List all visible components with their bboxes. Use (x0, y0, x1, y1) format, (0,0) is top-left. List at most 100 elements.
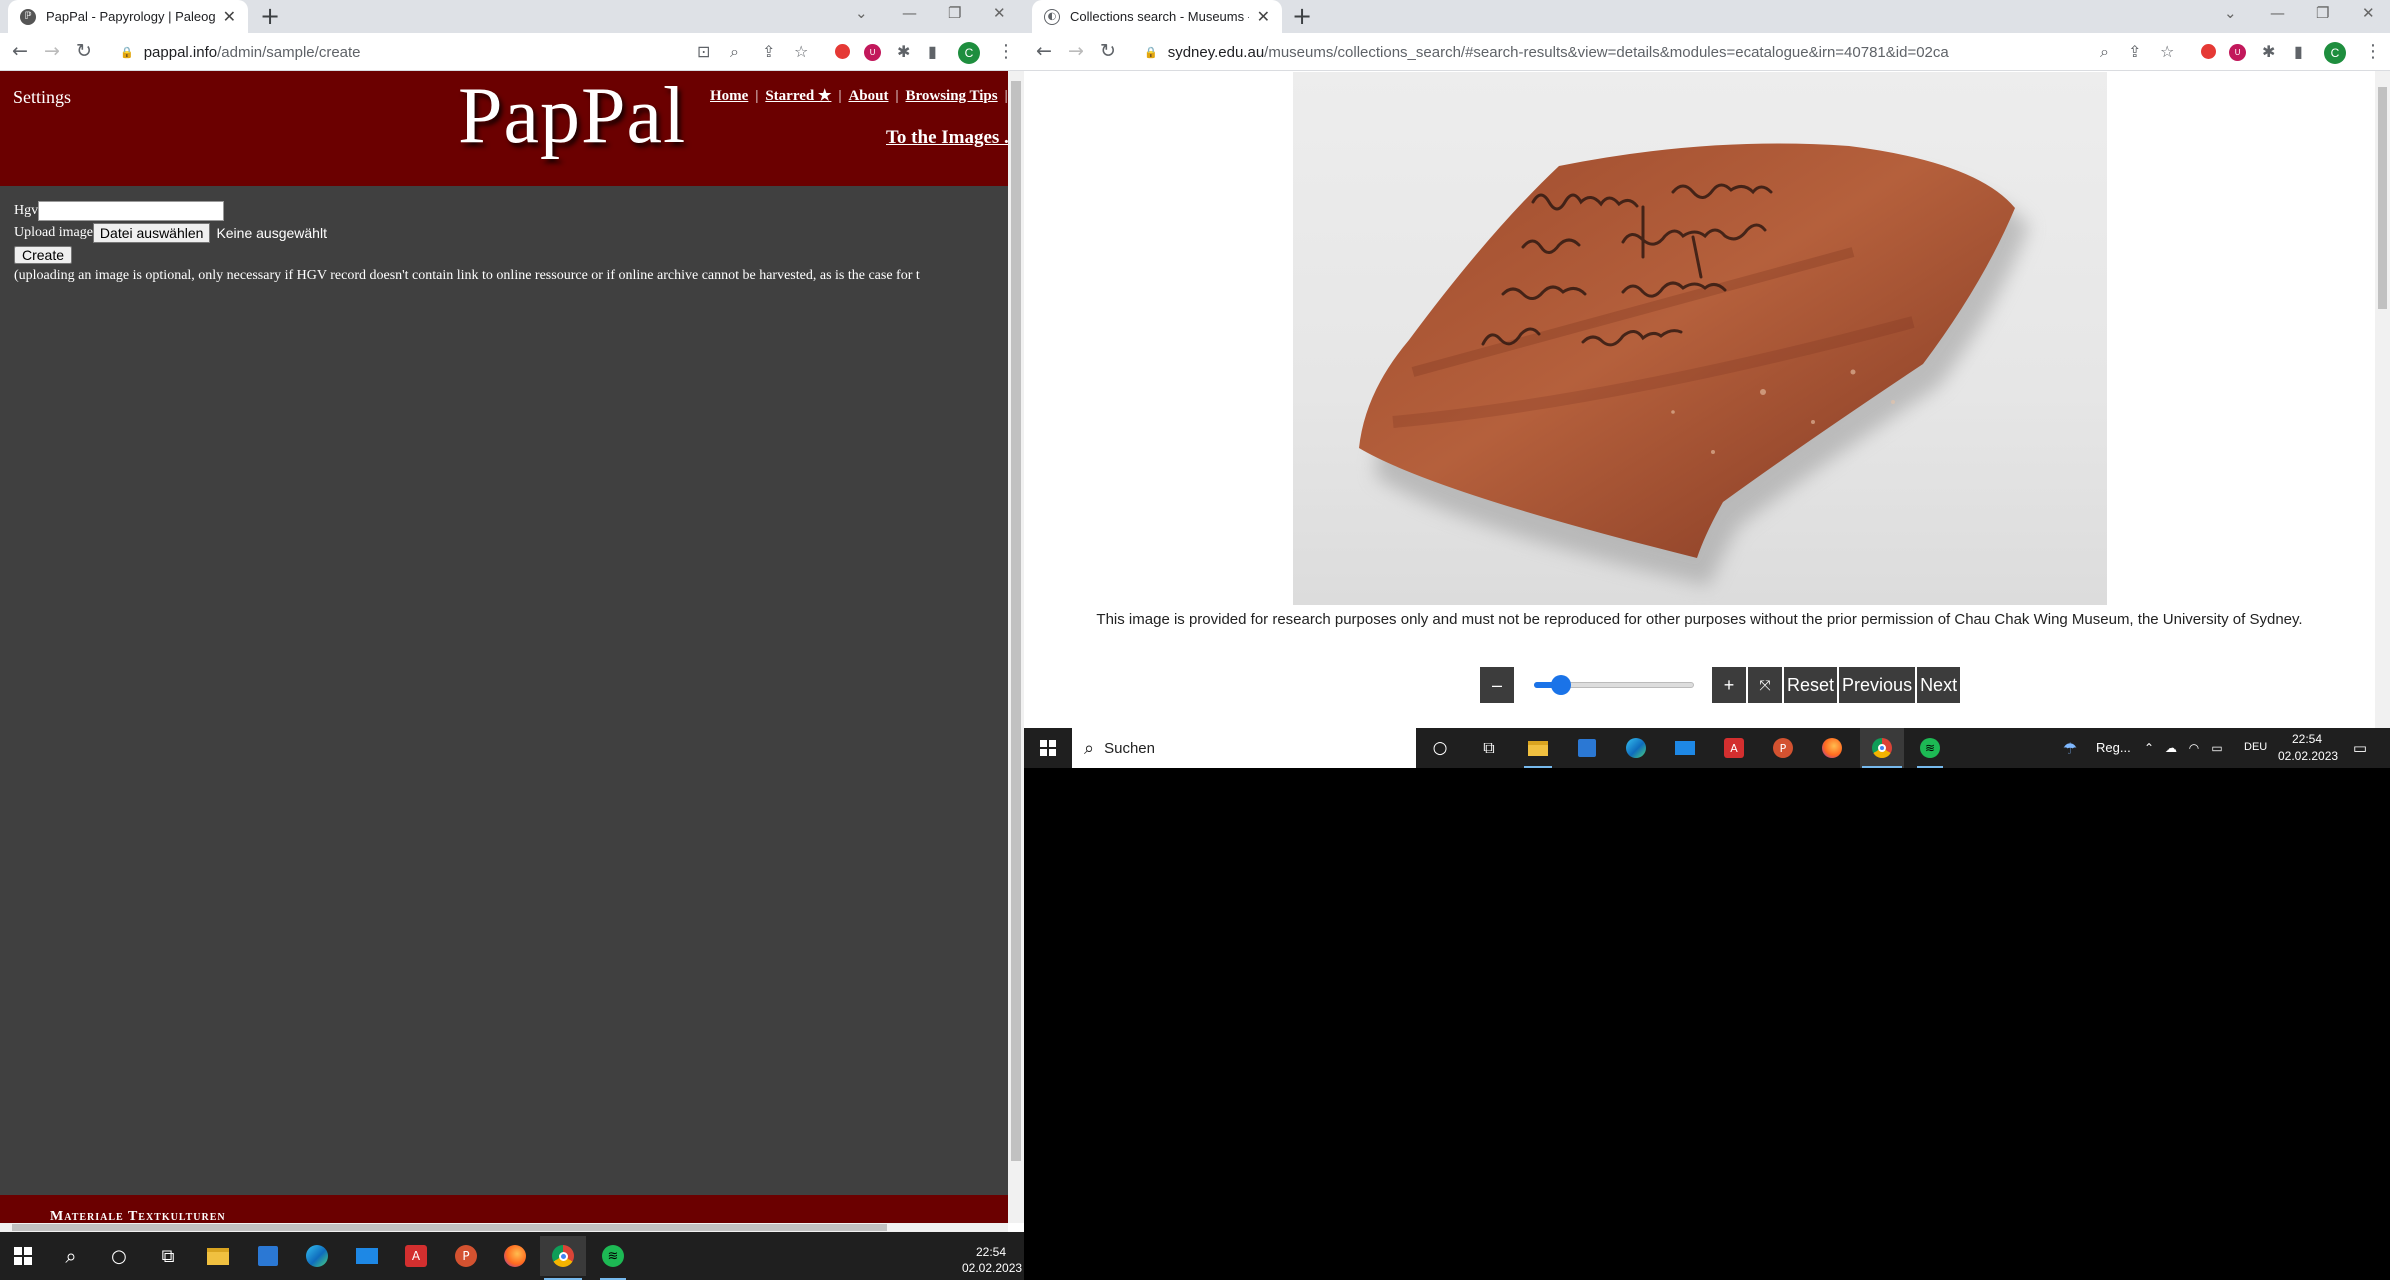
left-address-bar[interactable]: 🔒 pappal.info/admin/sample/create (106, 37, 826, 67)
edge-icon[interactable] (1620, 734, 1652, 762)
right-clock-date[interactable]: 02.02.2023 (2278, 749, 2338, 763)
extension-red-icon[interactable] (835, 44, 850, 59)
zoom-icon[interactable]: ⌕ (730, 43, 739, 61)
menu-kebab-icon[interactable]: ⋮ (2364, 41, 2382, 62)
left-horizontal-scrollbar[interactable] (0, 1223, 1008, 1232)
ostracon-photo[interactable] (1293, 72, 2107, 605)
chevron-up-icon[interactable]: ⌃ (2140, 738, 2158, 758)
left-vertical-scroll-thumb[interactable] (1011, 81, 1021, 1161)
profile-avatar[interactable]: C (2324, 42, 2346, 64)
translate-icon[interactable]: ⊡ (697, 43, 710, 61)
share-icon[interactable]: ⇪ (762, 43, 775, 61)
right-address-bar[interactable]: 🔒 sydney.edu.au/museums/collections_sear… (1130, 37, 2130, 67)
extensions-puzzle-icon[interactable]: ✱ (897, 43, 910, 61)
task-view-icon[interactable]: ⧉ (152, 1240, 184, 1272)
side-panel-icon[interactable]: ▮ (2294, 43, 2303, 61)
side-panel-icon[interactable]: ▮ (928, 43, 937, 61)
file-explorer-icon[interactable] (201, 1242, 235, 1270)
zoom-slider-knob[interactable] (1551, 675, 1571, 695)
weather-icon[interactable]: ☂ (2058, 736, 2082, 760)
acrobat-icon[interactable]: A (1718, 734, 1750, 762)
chrome-icon[interactable] (1860, 728, 1904, 768)
mail-icon[interactable] (350, 1242, 384, 1270)
firefox-icon[interactable] (1816, 734, 1848, 762)
next-button[interactable]: Next (1917, 667, 1961, 703)
windows-start-icon[interactable] (6, 1240, 40, 1272)
extension-red-icon[interactable] (2201, 44, 2216, 59)
zoom-out-button[interactable]: – (1480, 667, 1514, 703)
notifications-icon[interactable]: ▭ (2348, 736, 2372, 760)
windows-start-icon[interactable] (1032, 732, 1064, 764)
close-window-icon[interactable]: ✕ (993, 4, 1006, 22)
zoom-slider[interactable] (1534, 667, 1694, 703)
pappal-logo[interactable]: PapPal (458, 71, 686, 162)
nav-home[interactable]: Home (710, 88, 748, 104)
wifi-icon[interactable]: ◠ (2184, 738, 2204, 758)
minimize-icon[interactable]: — (902, 4, 917, 22)
left-clock-time[interactable]: 22:54 (976, 1245, 1006, 1259)
previous-button[interactable]: Previous (1839, 667, 1916, 703)
back-icon[interactable]: ← (12, 41, 28, 61)
nav-starred[interactable]: Starred ★ (765, 88, 831, 104)
tab-search-icon[interactable]: ⌄ (2224, 4, 2237, 22)
acrobat-icon[interactable]: A (399, 1242, 433, 1270)
language-indicator[interactable]: DEU (2244, 741, 2267, 753)
new-tab-icon[interactable]: + (260, 4, 280, 28)
to-the-images-link[interactable]: To the Images ... (886, 127, 1018, 149)
back-icon[interactable]: ← (1036, 41, 1052, 61)
extensions-puzzle-icon[interactable]: ✱ (2262, 43, 2275, 61)
create-button[interactable]: Create (14, 246, 73, 264)
forward-icon[interactable]: → (44, 41, 60, 61)
forward-icon[interactable]: → (1068, 41, 1084, 61)
edge-icon[interactable] (300, 1242, 334, 1270)
settings-link[interactable]: Settings (13, 87, 71, 108)
battery-icon[interactable]: ▭ (2207, 738, 2227, 758)
left-clock-date[interactable]: 02.02.2023 (962, 1261, 1022, 1275)
right-active-tab[interactable]: ◐ Collections search - Museums - T ✕ (1032, 0, 1282, 33)
spotify-icon[interactable]: ≋ (1914, 734, 1946, 762)
store-icon[interactable] (251, 1242, 285, 1270)
reload-icon[interactable]: ↻ (76, 41, 92, 61)
left-vertical-scrollbar[interactable] (1008, 71, 1024, 1223)
store-icon[interactable] (1571, 734, 1603, 762)
profile-avatar[interactable]: C (958, 42, 980, 64)
choose-file-button[interactable]: Datei auswählen (92, 223, 211, 243)
restore-icon[interactable]: ❐ (948, 4, 961, 22)
new-tab-icon[interactable]: + (1292, 4, 1312, 28)
share-icon[interactable]: ⇪ (2128, 43, 2141, 61)
right-vertical-scroll-thumb[interactable] (2378, 87, 2387, 309)
powerpoint-icon[interactable]: P (1767, 734, 1799, 762)
nav-browsing-tips[interactable]: Browsing Tips (905, 88, 997, 104)
close-tab-icon[interactable]: ✕ (1257, 7, 1270, 26)
search-icon[interactable]: ⌕ (55, 1240, 87, 1272)
restore-icon[interactable]: ❐ (2316, 4, 2329, 22)
close-window-icon[interactable]: ✕ (2362, 4, 2375, 22)
cortana-icon[interactable]: ○ (103, 1240, 135, 1272)
weather-text[interactable]: Reg... (2096, 740, 2131, 755)
hgv-input[interactable] (38, 201, 225, 221)
right-clock-time[interactable]: 22:54 (2292, 732, 2322, 746)
left-active-tab[interactable]: ℙ PapPal - Papyrology | Paleography ✕ (8, 0, 248, 33)
mail-icon[interactable] (1669, 734, 1701, 762)
menu-kebab-icon[interactable]: ⋮ (997, 41, 1015, 62)
fullscreen-button[interactable]: ⤧ (1748, 667, 1782, 703)
chrome-icon[interactable] (540, 1236, 586, 1276)
right-vertical-scrollbar[interactable] (2375, 71, 2390, 728)
file-explorer-icon[interactable] (1522, 734, 1554, 762)
close-tab-icon[interactable]: ✕ (223, 7, 236, 26)
task-view-icon[interactable]: ⧉ (1473, 732, 1505, 764)
nav-about[interactable]: About (848, 88, 888, 104)
zoom-icon[interactable]: ⌕ (2100, 43, 2109, 61)
reload-icon[interactable]: ↻ (1100, 41, 1116, 61)
antivirus-icon[interactable]: ☁ (2161, 738, 2181, 758)
taskbar-search-box[interactable]: ⌕ Suchen (1072, 728, 1416, 768)
bookmark-star-icon[interactable]: ☆ (794, 43, 808, 61)
zoom-in-button[interactable]: + (1712, 667, 1746, 703)
firefox-icon[interactable] (498, 1242, 532, 1270)
left-horizontal-scroll-thumb[interactable] (12, 1224, 887, 1231)
reset-button[interactable]: Reset (1784, 667, 1838, 703)
tab-search-icon[interactable]: ⌄ (855, 4, 868, 22)
powerpoint-icon[interactable]: P (449, 1242, 483, 1270)
extension-pink-icon[interactable]: U (864, 44, 881, 61)
spotify-icon[interactable]: ≋ (596, 1242, 630, 1270)
